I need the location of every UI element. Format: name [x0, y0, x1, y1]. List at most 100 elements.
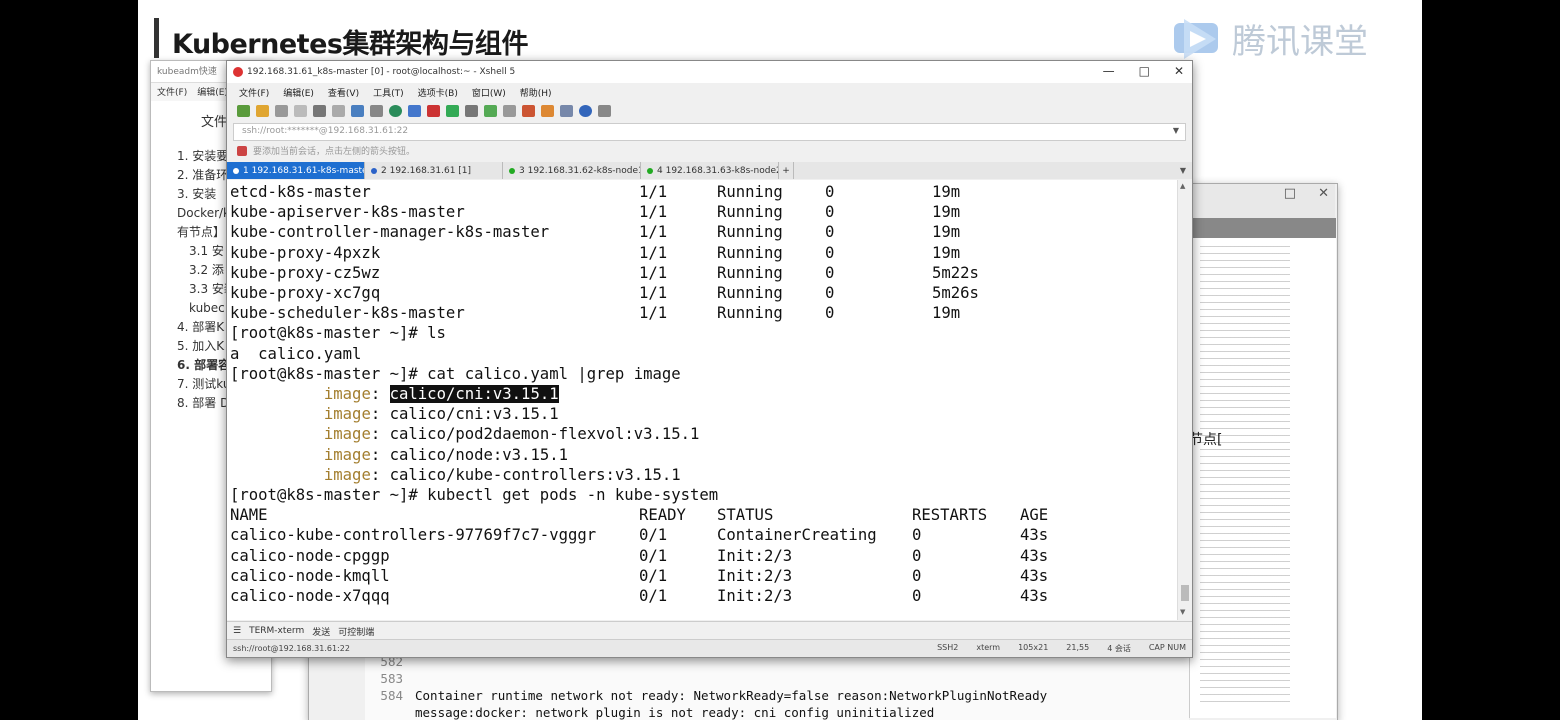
terminal-output[interactable]: etcd-k8s-master 1/1 Running 0 19m kube-apiser… [227, 180, 1178, 620]
paste-icon[interactable] [332, 105, 345, 117]
menu-item[interactable]: 窗口(W) [472, 86, 506, 99]
copy-icon[interactable] [313, 105, 326, 117]
cell-name: calico-node-kmqll [230, 566, 390, 585]
color-scheme-icon[interactable] [408, 105, 421, 117]
image-value: calico/node:v3.15.1 [389, 445, 569, 464]
brand-watermark: 腾讯课堂 [1170, 14, 1368, 63]
cell-status: ContainerCreating [717, 526, 877, 545]
yaml-key: image [323, 385, 371, 403]
scrollbar-thumb[interactable] [1181, 585, 1189, 601]
session-tab[interactable]: 1 192.168.31.61-k8s-master [227, 162, 365, 179]
open-folder-icon[interactable] [256, 105, 269, 117]
close-icon[interactable]: ✕ [1318, 186, 1329, 201]
new-session-icon[interactable] [237, 105, 250, 117]
editor-code-area[interactable]: 582 583 584 Container runtime network not r… [365, 654, 1189, 720]
xshell-window-controls: — □ ✕ [1103, 64, 1184, 78]
menu-item[interactable]: 选项卡(B) [418, 86, 458, 99]
terminal-type[interactable]: TERM-xterm [249, 626, 304, 636]
cell-ready: 1/1 [639, 304, 668, 323]
status-right: SSH2 xterm 105x21 21,55 4 会话 CAP NUM [937, 643, 1186, 654]
globe-icon[interactable] [389, 105, 402, 117]
xshell-compose-bar: ☰ TERM-xterm 发送 可控制端 [227, 621, 1192, 640]
session-status-icon [509, 167, 515, 174]
transfer-icon[interactable] [446, 105, 459, 117]
session-tab-label: 1 192.168.31.61-k8s-master [243, 165, 365, 176]
help-icon[interactable] [579, 105, 592, 117]
control-button[interactable]: 可控制端 [338, 625, 374, 638]
cell-name: kube-proxy-xc7gq [230, 284, 381, 302]
menu-item[interactable]: 编辑(E) [283, 86, 314, 99]
cell-name: kube-apiserver-k8s-master [230, 203, 465, 222]
table-header: NAME READY STATUS RESTARTS AGE [227, 505, 1178, 525]
add-tab-icon[interactable]: + [779, 162, 794, 179]
cell-name: kube-controller-manager-k8s-master [230, 223, 550, 242]
minimize-icon[interactable]: — [1103, 64, 1115, 78]
chat-icon[interactable] [598, 105, 611, 117]
cell-ready: 1/1 [639, 243, 668, 262]
cell-age: 43s [1020, 546, 1049, 565]
cell-restarts: 0 [912, 566, 922, 585]
chevron-down-icon[interactable]: ▼ [1173, 126, 1179, 135]
doc-menu-file[interactable]: 文件(F) [157, 85, 187, 99]
keyboard-icon[interactable] [503, 105, 516, 117]
cell-restarts: 0 [825, 203, 835, 222]
image-line: image: calico/kube-controllers:v3.15.1 [230, 465, 681, 485]
xftp-icon[interactable] [427, 105, 440, 117]
close-icon[interactable]: ✕ [1174, 64, 1184, 78]
session-tab[interactable]: 4 192.168.31.63-k8s-node2 [641, 162, 779, 179]
yaml-colon: : [370, 445, 390, 464]
yaml-colon: : [370, 465, 390, 484]
cell-age: 19m [932, 183, 961, 201]
yaml-key: image [323, 405, 371, 424]
fullscreen-icon[interactable] [484, 105, 497, 117]
tabs-dropdown-icon[interactable]: ▼ [794, 162, 1192, 179]
status-item: 21,55 [1066, 643, 1090, 652]
xshell-window: 192.168.31.61_k8s-master [0] - root@loca… [226, 60, 1193, 658]
session-address-bar[interactable]: ssh://root:*******@192.168.31.61:22 ▼ [233, 123, 1186, 141]
cell-status: Running [717, 284, 783, 302]
menu-item[interactable]: 查看(V) [328, 86, 359, 99]
script-icon[interactable] [522, 105, 535, 117]
print-icon[interactable] [370, 105, 383, 117]
image-line: image: calico/cni:v3.15.1 [230, 404, 559, 424]
maximize-icon[interactable]: □ [1139, 64, 1150, 78]
menu-icon[interactable]: ☰ [233, 626, 241, 636]
reconnect-icon[interactable] [294, 105, 307, 117]
play-logo-icon [1174, 18, 1218, 59]
find-icon[interactable] [351, 105, 364, 117]
image-line: image: calico/pod2daemon-flexvol:v3.15.1 [230, 424, 700, 444]
cell-ready: 0/1 [639, 546, 668, 565]
cell-restarts: RESTARTS [912, 506, 988, 525]
cell-age: 5m22s [932, 263, 979, 282]
status-connection: ssh://root@192.168.31.61:22 [233, 644, 350, 653]
menu-item[interactable]: 帮助(H) [520, 86, 552, 99]
image-value: calico/cni:v3.15.1 [389, 385, 559, 403]
image-value: calico/pod2daemon-flexvol:v3.15.1 [389, 425, 700, 444]
add-session-icon[interactable] [237, 145, 247, 156]
session-address: ssh://root:*******@192.168.31.61:22 [242, 126, 409, 136]
editor-minimap[interactable] [1189, 218, 1336, 718]
doc-menu-edit[interactable]: 编辑(E) [197, 85, 228, 99]
terminal-scrollbar[interactable]: ▲ ▼ [1177, 180, 1192, 620]
scroll-down-icon[interactable]: ▼ [1180, 608, 1185, 616]
cell-status: Init:2/3 [717, 546, 793, 565]
menu-item[interactable]: 工具(T) [373, 86, 404, 99]
lock-icon[interactable] [465, 105, 478, 117]
cell-status: Running [717, 304, 783, 323]
send-button[interactable]: 发送 [312, 625, 330, 638]
menu-item[interactable]: 文件(F) [239, 86, 269, 99]
cell-status: Init:2/3 [717, 587, 793, 605]
disconnect-icon[interactable] [275, 105, 288, 117]
cell-ready: 1/1 [639, 203, 668, 222]
compose-icon[interactable] [541, 105, 554, 117]
cell-ready: 1/1 [639, 223, 668, 242]
session-tab[interactable]: 2 192.168.31.61 [1] [365, 162, 503, 179]
session-tab[interactable]: 3 192.168.31.62-k8s-node1 [503, 162, 641, 179]
cell-restarts: 0 [825, 243, 835, 262]
layout-icon[interactable] [560, 105, 573, 117]
line-number: 584 [380, 688, 403, 703]
maximize-icon[interactable]: □ [1284, 186, 1296, 201]
scroll-up-icon[interactable]: ▲ [1180, 182, 1185, 190]
cell-name: kube-proxy-cz5wz [230, 263, 381, 282]
